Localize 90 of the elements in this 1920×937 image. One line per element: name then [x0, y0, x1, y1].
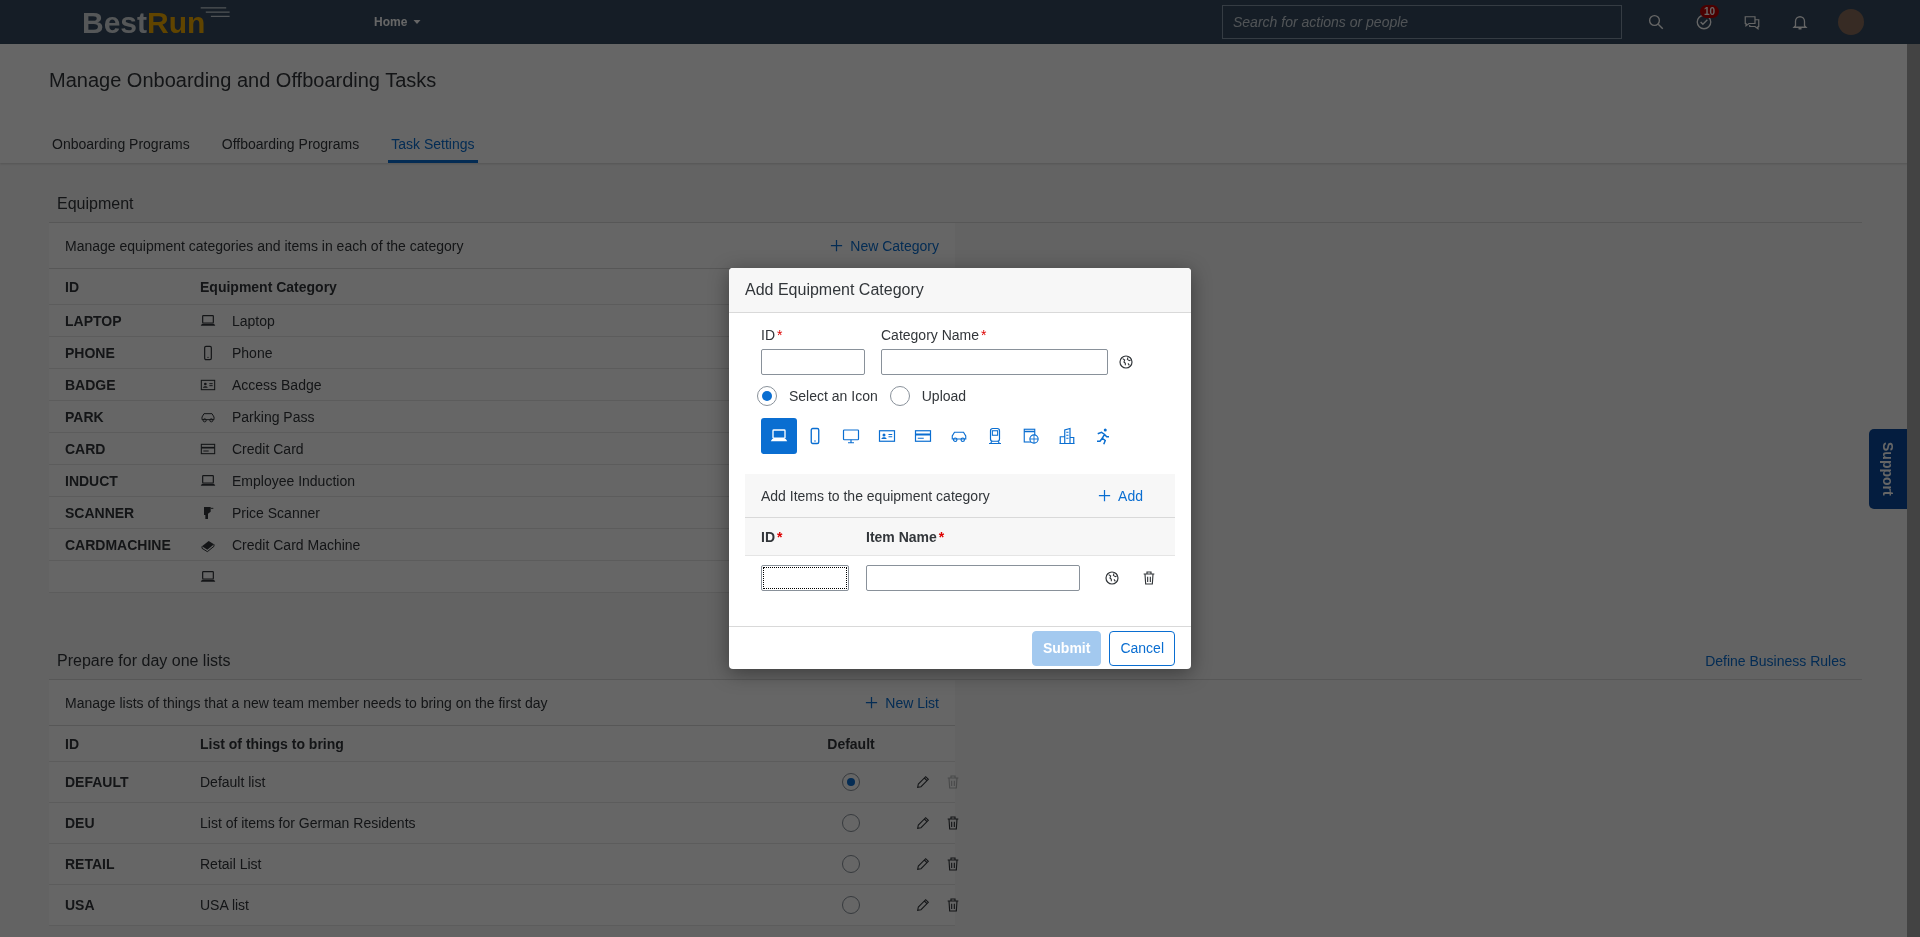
- table-cell: Price Scanner: [232, 504, 320, 521]
- table-cell-text: List of items for German Residents: [200, 815, 417, 831]
- search-icon: [1647, 13, 1665, 31]
- pencil-icon: [915, 897, 931, 913]
- plus-icon: [1097, 488, 1113, 503]
- logo[interactable]: BestRun: [82, 4, 242, 40]
- cancel-button[interactable]: Cancel: [1109, 630, 1175, 666]
- pencil-icon: [915, 774, 931, 790]
- table-cell: Credit Card: [232, 440, 304, 457]
- table-cell-text: Retail List: [200, 856, 263, 872]
- tab[interactable]: Offboarding Programs: [218, 127, 363, 163]
- input-field[interactable]: [866, 565, 1080, 591]
- section-title: Prepare for day one lists: [57, 651, 231, 670]
- plus-icon: [829, 238, 845, 253]
- building-icon: [1058, 427, 1076, 445]
- table-cell-text: DEFAULT: [65, 774, 130, 790]
- table-cell-text: PHONE: [65, 344, 116, 361]
- trash-icon: [945, 856, 961, 872]
- runner-icon: [1094, 427, 1112, 445]
- input-field[interactable]: [761, 565, 849, 591]
- home-menu[interactable]: Home: [374, 15, 424, 29]
- table-cell-text: CARD: [65, 440, 107, 457]
- section-description: Manage lists of things that a new team member needs to bring on the first day: [65, 694, 548, 711]
- table-cell-text: Default list: [200, 774, 267, 790]
- bell-icon: [1791, 13, 1809, 31]
- support-tab[interactable]: Support: [1869, 429, 1907, 509]
- chat-icon: [1743, 13, 1761, 31]
- page-title: Manage Onboarding and Offboarding Tasks: [49, 68, 438, 93]
- table-cell-text: RETAIL: [65, 856, 116, 872]
- default-radio[interactable]: [842, 855, 860, 873]
- id-card-icon: [878, 427, 896, 445]
- document-globe-icon: [1022, 427, 1040, 445]
- table-cell: Phone: [232, 344, 273, 361]
- column-header: Item Name*: [866, 528, 946, 545]
- notification-count: 10: [1700, 5, 1720, 18]
- laptop-icon: [200, 568, 216, 585]
- table-cell-text: BADGE: [65, 376, 117, 393]
- table-cell-text: CARDMACHINE: [65, 536, 172, 553]
- new-category-button[interactable]: New Category: [829, 237, 939, 254]
- table-cell-text: USA list: [200, 897, 250, 913]
- items-description: Add Items to the equipment category: [761, 487, 990, 504]
- monitor-icon: [842, 427, 860, 445]
- laptop-icon: [200, 472, 216, 489]
- table-cell: Employee Induction: [232, 472, 355, 489]
- table-cell: Laptop: [232, 312, 275, 329]
- section-title: Equipment: [57, 194, 134, 213]
- table-cell-text: DEU: [65, 815, 96, 831]
- checkmark-circle-icon: [1695, 13, 1713, 31]
- column-header: List of things to bring: [200, 735, 345, 752]
- table-cell-text: SCANNER: [65, 504, 136, 521]
- new-list-button[interactable]: New List: [864, 694, 939, 711]
- define-business-rules-link[interactable]: Define Business Rules: [1705, 652, 1846, 669]
- table-cell-text: INDUCT: [65, 472, 119, 489]
- add-button[interactable]: Add: [1097, 487, 1143, 504]
- radio-option[interactable]: Upload: [889, 386, 967, 406]
- column-header: ID*: [761, 528, 784, 545]
- input-field[interactable]: [881, 349, 1108, 375]
- table-cell-text: LAPTOP: [65, 312, 123, 329]
- tab[interactable]: Task Settings: [388, 127, 478, 163]
- table-cell: Credit Card Machine: [232, 536, 361, 553]
- section-description: Manage equipment categories and items in each of the category: [65, 237, 464, 254]
- train-icon: [986, 427, 1004, 445]
- tab[interactable]: Onboarding Programs: [49, 127, 193, 163]
- table-cell-text: USA: [65, 897, 96, 913]
- table-cell: Parking Pass: [232, 408, 315, 425]
- column-header: ID: [65, 278, 80, 295]
- column-header: Default: [826, 735, 876, 752]
- field-label: Category Name*: [881, 327, 988, 343]
- trash-icon: [945, 897, 961, 913]
- trash-icon: [945, 815, 961, 831]
- table-cell-text: PARK: [65, 408, 105, 425]
- credit-card-icon: [914, 427, 932, 445]
- laptop-icon: [200, 312, 216, 329]
- pencil-icon: [915, 815, 931, 831]
- plus-icon: [864, 695, 880, 710]
- column-header: ID: [65, 735, 80, 752]
- default-radio[interactable]: [842, 773, 860, 791]
- column-header: Equipment Category: [200, 278, 337, 295]
- scrollbar[interactable]: [1907, 44, 1920, 937]
- default-radio[interactable]: [842, 896, 860, 914]
- default-radio[interactable]: [842, 814, 860, 832]
- pencil-icon: [915, 856, 931, 872]
- input-field[interactable]: [761, 349, 865, 375]
- globe-icon: [1118, 354, 1134, 370]
- icon-option[interactable]: [761, 418, 797, 454]
- radio-option[interactable]: Select an Icon: [757, 386, 878, 406]
- dialog-title: Add Equipment Category: [745, 281, 924, 299]
- globe-icon: [1104, 570, 1121, 586]
- field-label: ID*: [761, 327, 784, 343]
- table-cell: Access Badge: [232, 376, 322, 393]
